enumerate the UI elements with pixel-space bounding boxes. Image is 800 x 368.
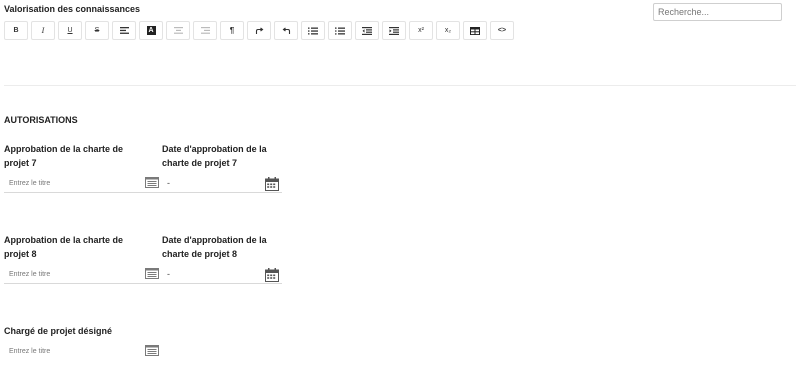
list-icon[interactable]: [145, 345, 159, 356]
paragraph-icon: ¶: [229, 26, 235, 35]
italic-icon: I: [41, 26, 45, 35]
unordered-list-icon: [335, 26, 345, 35]
align-right-icon: [200, 27, 210, 34]
date-8-value: -: [167, 269, 170, 279]
charte-7-placeholder: Entrez le titre: [9, 180, 51, 187]
charte-8-placeholder: Entrez le titre: [9, 271, 51, 278]
strikethrough-icon: S: [94, 27, 100, 34]
charte-8-label-line2: projet 8: [4, 249, 37, 259]
redo-icon: [255, 27, 263, 34]
charte-8-label: Approbation de la charte de projet 8: [4, 233, 123, 261]
calendar-icon[interactable]: [265, 268, 279, 282]
table-button[interactable]: [463, 21, 487, 40]
date-8-field[interactable]: -: [162, 267, 282, 284]
charge-field[interactable]: Entrez le titre: [4, 344, 162, 361]
align-left-button[interactable]: [112, 21, 136, 40]
calendar-icon[interactable]: [265, 177, 279, 191]
charte-7-field[interactable]: Entrez le titre: [4, 176, 162, 193]
charte-7-label-line2: projet 7: [4, 158, 37, 168]
rich-text-toolbar: B I U S A ¶ x² x₂ <>: [4, 21, 514, 40]
subscript-button[interactable]: x₂: [436, 21, 460, 40]
list-icon[interactable]: [145, 268, 159, 279]
align-left-icon: [119, 27, 129, 34]
charge-label: Chargé de projet désigné: [4, 326, 113, 336]
subscript-icon: x₂: [444, 27, 452, 34]
code-icon: <>: [497, 27, 507, 34]
outdent-icon: [362, 26, 372, 35]
ordered-list-icon: [308, 27, 318, 34]
indent-button[interactable]: [382, 21, 406, 40]
underline-button[interactable]: U: [58, 21, 82, 40]
date-7-value: -: [167, 178, 170, 188]
date-7-label: Date d'approbation de la charte de proje…: [162, 142, 267, 170]
charte-7-label: Approbation de la charte de projet 7: [4, 142, 123, 170]
undo-icon: [282, 27, 290, 34]
authorisations-heading: AUTORISATIONS: [4, 115, 78, 125]
align-center-button[interactable]: [166, 21, 190, 40]
charge-placeholder: Entrez le titre: [9, 348, 51, 355]
align-right-button[interactable]: [193, 21, 217, 40]
indent-icon: [389, 26, 399, 35]
search-input[interactable]: [653, 3, 782, 21]
date-7-label-line1: Date d'approbation de la: [162, 144, 267, 154]
ordered-list-button[interactable]: [301, 21, 325, 40]
text-color-button[interactable]: A: [139, 21, 163, 40]
date-7-label-line2: charte de projet 7: [162, 158, 238, 168]
charte-8-label-line1: Approbation de la charte de: [4, 235, 124, 245]
bold-icon: B: [13, 27, 19, 34]
bold-button[interactable]: B: [4, 21, 28, 40]
undo-button[interactable]: [274, 21, 298, 40]
italic-button[interactable]: I: [31, 21, 55, 40]
align-center-icon: [173, 27, 183, 34]
code-button[interactable]: <>: [490, 21, 514, 40]
table-icon: [470, 26, 480, 35]
date-8-label-line2: charte de projet 8: [162, 249, 238, 259]
editor-title: Valorisation des connaissances: [4, 4, 141, 14]
paragraph-button[interactable]: ¶: [220, 21, 244, 40]
strikethrough-button[interactable]: S: [85, 21, 109, 40]
underline-icon: U: [67, 27, 73, 34]
charte-7-label-line1: Approbation de la charte de: [4, 144, 124, 154]
list-icon[interactable]: [145, 177, 159, 188]
date-8-label: Date d'approbation de la charte de proje…: [162, 233, 267, 261]
outdent-button[interactable]: [355, 21, 379, 40]
unordered-list-button[interactable]: [328, 21, 352, 40]
section-divider: [4, 85, 796, 86]
superscript-icon: x²: [418, 27, 424, 34]
redo-button[interactable]: [247, 21, 271, 40]
date-8-label-line1: Date d'approbation de la: [162, 235, 267, 245]
charte-8-field[interactable]: Entrez le titre: [4, 267, 162, 284]
date-7-field[interactable]: -: [162, 176, 282, 193]
superscript-button[interactable]: x²: [409, 21, 433, 40]
text-color-icon: A: [146, 26, 156, 35]
